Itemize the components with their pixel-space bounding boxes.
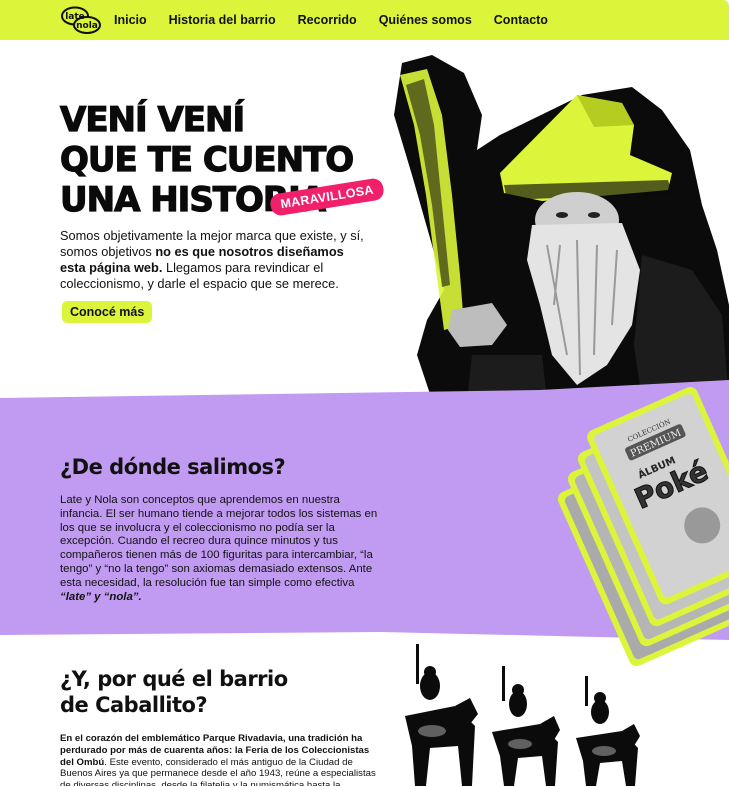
origin-section-title: ¿De dónde salimos? xyxy=(60,455,286,479)
hero-title-line-1: VENÍ VENÍ xyxy=(59,99,245,140)
conoce-mas-button[interactable]: Conocé más xyxy=(62,301,153,323)
barrio-section-title: ¿Y, por qué el barrio de Caballito? xyxy=(60,666,390,718)
nav-link-recorrido[interactable]: Recorrido xyxy=(298,13,357,27)
top-nav: late nola Inicio Historia del barrio Rec… xyxy=(0,0,729,40)
wizard-illustration xyxy=(394,55,729,400)
hero-description: Somos objetivamente la mejor marca que e… xyxy=(60,228,370,292)
nav-link-inicio[interactable]: Inicio xyxy=(114,13,147,27)
nav-links: Inicio Historia del barrio Recorrido Qui… xyxy=(114,0,548,40)
barrio-title-line-1: ¿Y, por qué el barrio xyxy=(60,667,288,691)
nav-link-quienes-somos[interactable]: Quiénes somos xyxy=(379,13,472,27)
barrio-section-body: En el corazón del emblemático Parque Riv… xyxy=(60,733,380,786)
logo-text-nola: nola xyxy=(76,21,98,31)
hero-title-line-2: QUE TE CUENTO xyxy=(59,139,354,180)
nav-link-historia[interactable]: Historia del barrio xyxy=(169,13,276,27)
barrio-body-text: . Este evento, considerado el más antigu… xyxy=(60,756,376,786)
late-nola-logo[interactable]: late nola xyxy=(60,6,102,34)
origin-body-bold: “late” y “nola”. xyxy=(60,590,142,603)
origin-section-body: Late y Nola son conceptos que aprendemos… xyxy=(60,494,380,604)
pokemon-album-cards-illustration: COLECCIÓN PREMIUM ÁLBUM Poké xyxy=(557,387,729,667)
barrio-title-line-2: de Caballito? xyxy=(60,693,208,717)
horse-statues-illustration xyxy=(405,644,640,786)
origin-body-text: Late y Nola son conceptos que aprendemos… xyxy=(60,494,378,589)
nav-link-contacto[interactable]: Contacto xyxy=(494,13,548,27)
